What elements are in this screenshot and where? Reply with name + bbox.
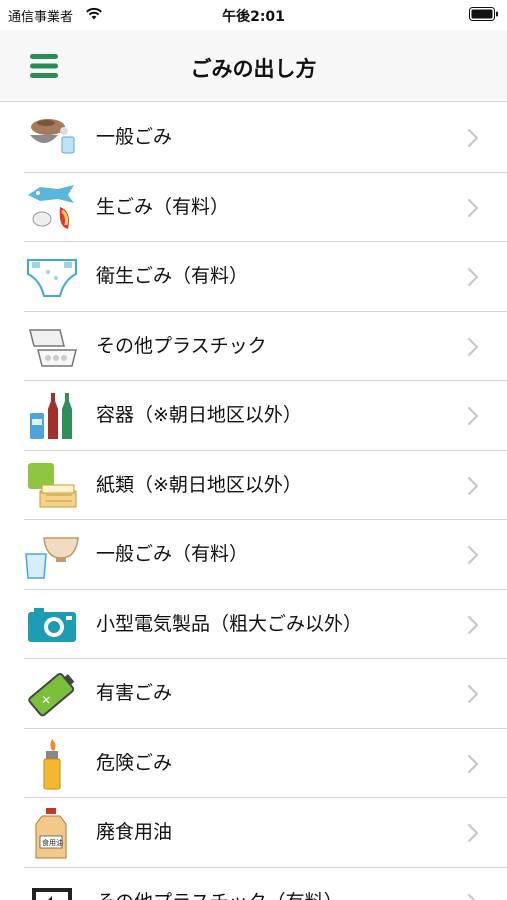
chevron-right-icon	[467, 823, 479, 843]
diaper-icon	[27, 259, 77, 297]
status-bar: 通信事業者 午後2:01	[0, 0, 507, 30]
chevron-right-icon	[467, 476, 479, 495]
chevron-right-icon	[467, 198, 479, 217]
chevron-right-icon	[467, 893, 477, 900]
navigation-bar: ごみの出し方	[0, 30, 507, 102]
list-item[interactable]: 衛生ごみ（有料）	[0, 242, 507, 312]
list-item-label: 衛生ごみ（有料）	[96, 265, 249, 287]
food-waste-icon	[28, 184, 74, 229]
list-item[interactable]: + 有害ごみ	[0, 659, 507, 729]
chevron-right-icon	[467, 754, 479, 773]
list-item-label: 危険ごみ	[96, 751, 173, 774]
battery-icon: +	[28, 672, 75, 717]
list-item-label: 一般ごみ（有料）	[96, 543, 249, 565]
chevron-right-icon	[467, 406, 479, 426]
battery-level-icon	[469, 7, 498, 21]
bowl-cup-icon	[25, 537, 79, 579]
list-item-label: 廃食用油	[96, 821, 173, 843]
list-item-label: 一般ごみ	[96, 126, 173, 148]
list-item[interactable]: 容器（※朝日地区以外）	[0, 381, 507, 451]
status-time: 午後2:01	[222, 9, 285, 25]
plastic-recycle-icon	[32, 887, 72, 900]
list-item-label: 容器（※朝日地区以外）	[96, 404, 302, 426]
list-item-label: 有害ごみ	[96, 682, 173, 704]
list-item[interactable]: 一般ごみ	[0, 103, 507, 173]
lighter-icon	[43, 738, 61, 789]
list-item[interactable]: 小型電気製品（粗大ごみ以外）	[0, 590, 507, 659]
general-garbage-icon	[30, 119, 75, 154]
list-item[interactable]: 生ごみ（有料）	[0, 173, 507, 242]
camera-icon	[28, 607, 76, 642]
chevron-right-icon	[467, 545, 479, 565]
list-item[interactable]: 紙類（※朝日地区以外）	[0, 451, 507, 520]
list-item[interactable]: 一般ごみ（有料）	[0, 520, 507, 590]
chevron-right-icon	[467, 684, 479, 704]
list-item-label: その他プラスチック（有料）	[96, 868, 343, 900]
oil-bottle-label: 食用油	[42, 838, 63, 847]
list-item[interactable]: その他プラスチック（有料）	[0, 868, 507, 900]
plastic-container-icon	[29, 328, 77, 367]
bottles-icon	[30, 393, 72, 439]
page-title: ごみの出し方	[190, 57, 317, 81]
list-item-label: その他プラスチック	[96, 334, 267, 357]
list-item-label: 生ごみ（有料）	[96, 195, 230, 218]
list-item-label: 小型電気製品（粗大ごみ以外）	[96, 612, 363, 635]
chevron-right-icon	[467, 267, 479, 287]
list-item[interactable]: 危険ごみ	[0, 729, 507, 798]
list-item[interactable]: 食用油 廃食用油	[0, 798, 507, 868]
oil-bottle-icon: 食用油	[35, 808, 67, 859]
list-item[interactable]: その他プラスチック	[0, 312, 507, 381]
garbage-category-list: 一般ごみ 生ごみ（有料） 衛生ごみ（有料） その他プラスチック 容器（※朝日地区…	[0, 103, 507, 900]
chevron-right-icon	[467, 615, 479, 634]
chevron-right-icon	[467, 128, 479, 148]
paper-icon	[28, 462, 77, 507]
chevron-right-icon	[467, 337, 479, 356]
list-item-label: 紙類（※朝日地区以外）	[96, 473, 302, 496]
